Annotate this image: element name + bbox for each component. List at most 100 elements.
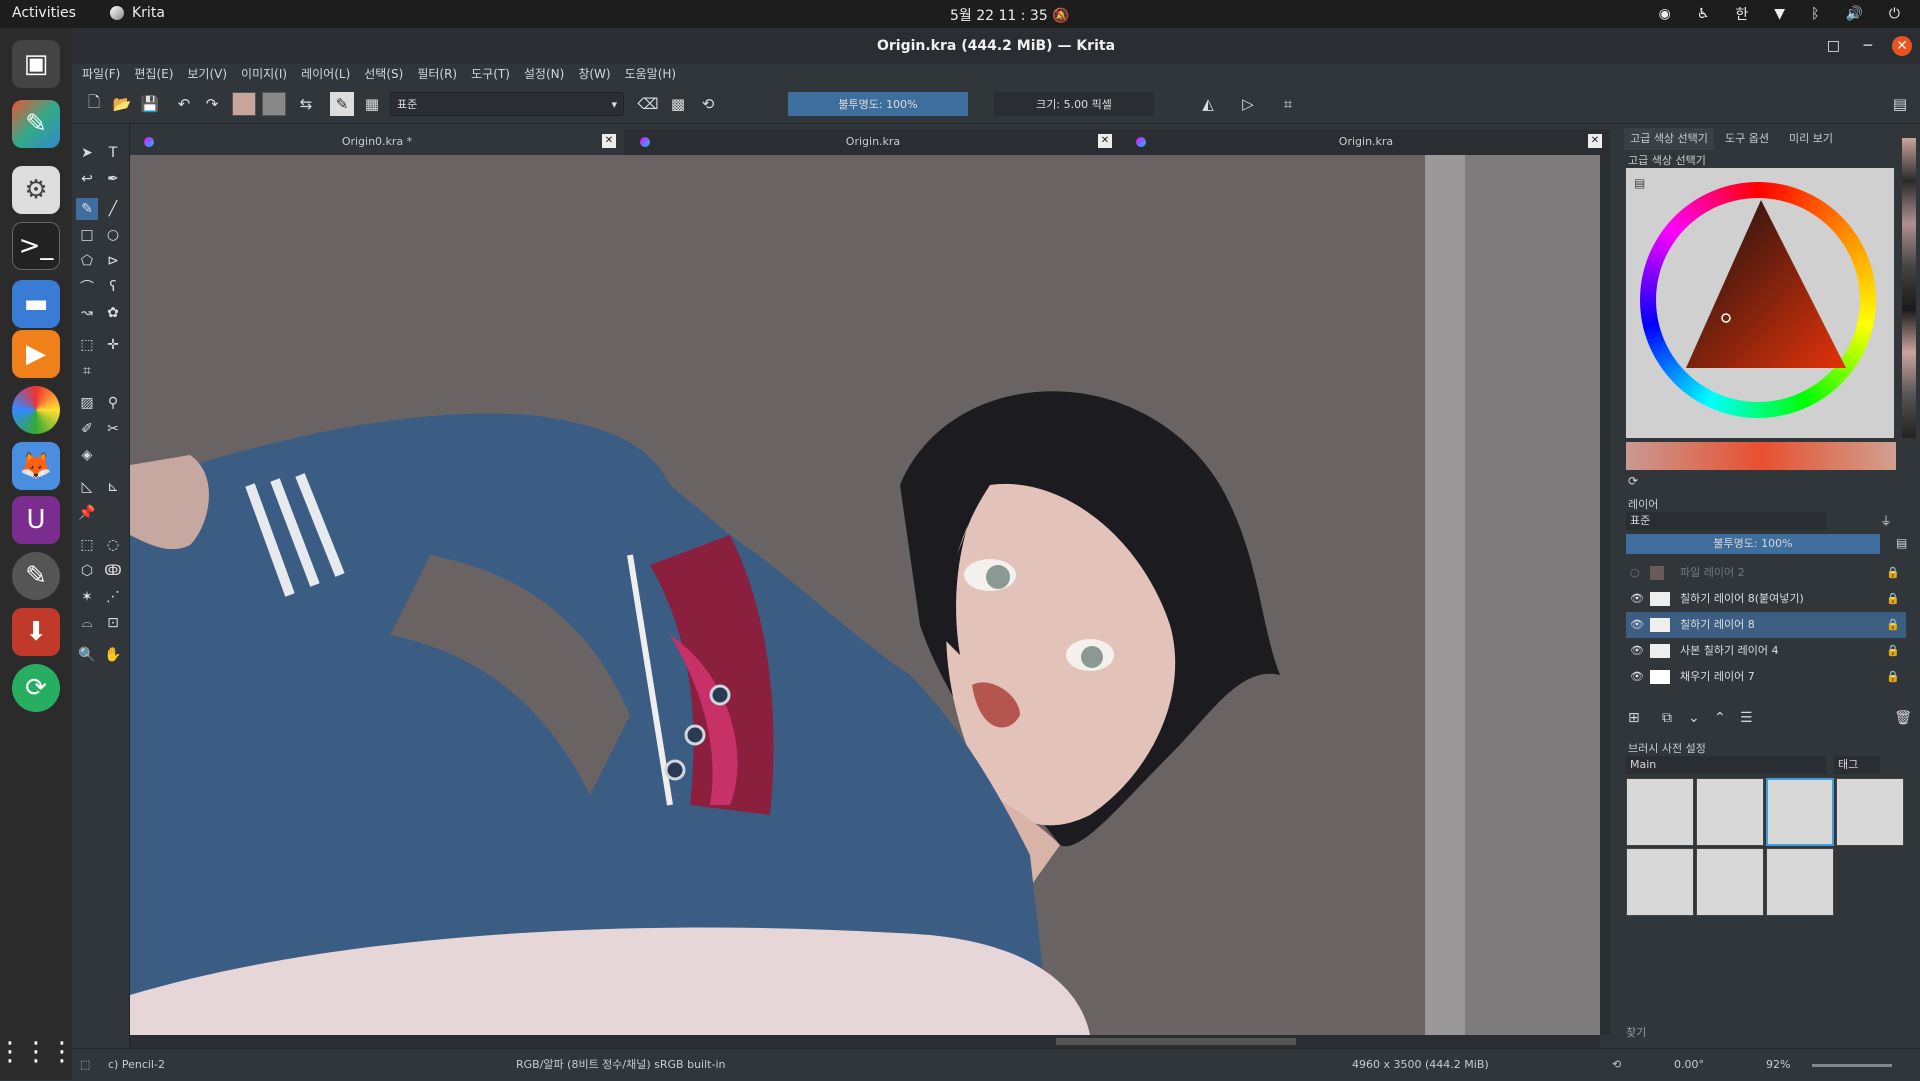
lock-icon[interactable]: 🔒 [1886, 612, 1900, 638]
layer-row-selected[interactable]: 👁 칠하기 레이어 8 🔒 [1626, 612, 1906, 638]
tab-origin0[interactable]: Origin0.kra * ✕ [130, 129, 624, 155]
u-app-icon[interactable]: U [12, 496, 60, 544]
duplicate-layer-icon[interactable]: ⧉ [1662, 710, 1672, 726]
layers-opacity-slider[interactable]: 불투명도: 100% [1626, 534, 1880, 554]
calligraphy-tool-icon[interactable]: ✒ [102, 168, 124, 190]
menu-settings[interactable]: 설정(N) [524, 64, 564, 84]
tab-close-icon[interactable]: ✕ [1588, 134, 1602, 148]
canvas-horizontal-scrollbar[interactable] [130, 1035, 1600, 1048]
color-sliders[interactable] [1626, 442, 1896, 470]
sync-icon[interactable]: ⟳ [12, 664, 60, 712]
screenshot-app-icon[interactable]: ▣ [12, 40, 60, 88]
move-up-icon[interactable]: ⌃ [1714, 710, 1726, 726]
new-file-icon[interactable]: 🗋 [82, 92, 106, 116]
canvas-vertical-scrollbar[interactable] [1600, 155, 1610, 1035]
open-file-icon[interactable]: 📂 [110, 92, 134, 116]
alpha-lock-icon[interactable]: ▩ [666, 92, 690, 116]
downloader-icon[interactable]: ⬇ [12, 608, 60, 656]
visibility-off-icon[interactable]: ○ [1630, 560, 1640, 586]
tab-origin[interactable]: Origin.kra ✕ [626, 129, 1120, 155]
bezier-select-tool-icon[interactable]: ⌓ [76, 612, 98, 634]
zoom-tool-icon[interactable]: 🔍 [76, 644, 98, 666]
magnetic-select-tool-icon[interactable]: ⊡ [102, 612, 124, 634]
brush-preset-brush[interactable] [1836, 778, 1904, 846]
transform-tool-icon[interactable]: ⬚ [76, 334, 98, 356]
wrap-around-icon[interactable]: ⌗ [1276, 92, 1300, 116]
brush-preset-violet[interactable] [1696, 848, 1764, 916]
blend-mode-select[interactable]: 표준 ▾ [390, 92, 624, 116]
polyline-tool-icon[interactable]: ⊳ [102, 250, 124, 272]
reload-preset-icon[interactable]: ⟲ [696, 92, 720, 116]
accessibility-icon[interactable]: ♿ [1697, 6, 1710, 22]
layer-row[interactable]: 👁 사본 칠하기 레이어 4 🔒 [1626, 638, 1906, 664]
color-history-strip[interactable] [1902, 138, 1916, 438]
app-menu[interactable]: Krita [110, 5, 165, 21]
bluetooth-icon[interactable]: ᛒ [1811, 6, 1819, 22]
fill-tool-icon[interactable]: ◈ [76, 444, 98, 466]
lock-icon[interactable]: 🔒 [1886, 664, 1900, 690]
krita-running-icon[interactable]: ✎ [12, 552, 60, 600]
layer-row[interactable]: 👁 칠하기 레이어 8(붙여넣기) 🔒 [1626, 586, 1906, 612]
brush-preset-eraser[interactable] [1626, 778, 1694, 846]
minimize-button[interactable]: ─ [1864, 28, 1872, 64]
visibility-icon[interactable]: 👁 [1630, 638, 1644, 664]
rect-select-tool-icon[interactable]: ⬚ [76, 534, 98, 556]
saturation-triangle[interactable] [1626, 168, 1894, 438]
menu-image[interactable]: 이미지(I) [241, 64, 287, 84]
status-colorspace[interactable]: RGB/알파 (8비트 정수/채널) sRGB built-in [516, 1049, 725, 1081]
move-tool-icon[interactable]: ✛ [102, 334, 124, 356]
tab-tool-options[interactable]: 도구 옵션 [1716, 128, 1778, 150]
brush-preset-ink[interactable] [1696, 778, 1764, 846]
undo-icon[interactable]: ↶ [172, 92, 196, 116]
visibility-icon[interactable]: 👁 [1630, 612, 1644, 638]
save-icon[interactable]: 💾 [138, 92, 162, 116]
multibrush-tool-icon[interactable]: ✿ [102, 302, 124, 324]
activities-button[interactable]: Activities [12, 5, 76, 21]
polygon-select-tool-icon[interactable]: ⬡ [76, 560, 98, 582]
opacity-slider[interactable]: 불투명도: 100% [788, 92, 968, 116]
visibility-icon[interactable]: 👁 [1630, 664, 1644, 690]
measure-tool-icon[interactable]: ⊾ [102, 476, 124, 498]
delete-layer-icon[interactable]: 🗑 [1894, 710, 1912, 726]
terminal-icon[interactable]: >_ [12, 222, 60, 270]
brush-preset-pencil-selected[interactable] [1766, 778, 1834, 846]
drawing-canvas[interactable] [130, 155, 1610, 1035]
contiguous-select-tool-icon[interactable]: ✶ [76, 586, 98, 608]
tab-close-icon[interactable]: ✕ [1098, 134, 1112, 148]
layer-properties-icon[interactable]: ▤ [1896, 536, 1907, 550]
power-icon[interactable]: ⏻ [1889, 6, 1900, 22]
scrollbar-thumb[interactable] [1056, 1038, 1296, 1045]
dynamic-brush-tool-icon[interactable]: ↝ [76, 302, 98, 324]
docker-toggle-icon[interactable]: ▤ [1888, 92, 1912, 116]
rectangle-tool-icon[interactable]: □ [76, 224, 98, 246]
smart-patch-tool-icon[interactable]: ✂ [102, 418, 124, 440]
chrome-icon[interactable] [12, 386, 60, 434]
pan-tool-icon[interactable]: ✋ [102, 644, 124, 666]
clock[interactable]: 5월 22 11 : 35 🔕 [950, 5, 1070, 25]
menu-help[interactable]: 도움말(H) [625, 64, 677, 84]
freehand-path-tool-icon[interactable]: ʕ [102, 276, 124, 298]
app-grid-icon[interactable]: ⋮⋮⋮ [0, 1028, 75, 1076]
ellipse-select-tool-icon[interactable]: ◌ [102, 534, 124, 556]
polygon-tool-icon[interactable]: ⬠ [76, 250, 98, 272]
redo-icon[interactable]: ↷ [200, 92, 224, 116]
layers-blend-select[interactable]: 표준 [1626, 512, 1826, 530]
mirror-vertical-icon[interactable]: ▷ [1236, 92, 1260, 116]
refresh-color-icon[interactable]: ⟳ [1628, 474, 1638, 488]
foreground-color-swatch[interactable] [232, 92, 256, 116]
move-down-icon[interactable]: ⌄ [1688, 710, 1700, 726]
eraser-icon[interactable]: ⌫ [636, 92, 660, 116]
menu-filter[interactable]: 필터(R) [417, 64, 457, 84]
color-selector[interactable]: ▤ [1626, 168, 1894, 438]
rotation-icon[interactable]: ⟲ [1612, 1049, 1621, 1081]
browser-fox-icon[interactable]: 🦊 [12, 442, 60, 490]
bezier-tool-icon[interactable]: ⌒ [76, 276, 98, 298]
gradient-tool-icon[interactable]: ▨ [76, 392, 98, 414]
menu-tools[interactable]: 도구(T) [471, 64, 510, 84]
status-zoom[interactable]: 92% [1766, 1049, 1790, 1081]
brush-group-select[interactable]: Main [1626, 756, 1826, 774]
menu-edit[interactable]: 편집(E) [134, 64, 173, 84]
brush-tag-select[interactable]: 태그 [1834, 756, 1880, 774]
brush-search-field[interactable]: 찾기 [1626, 1024, 1896, 1042]
edit-shape-tool-icon[interactable]: ↩ [76, 168, 98, 190]
